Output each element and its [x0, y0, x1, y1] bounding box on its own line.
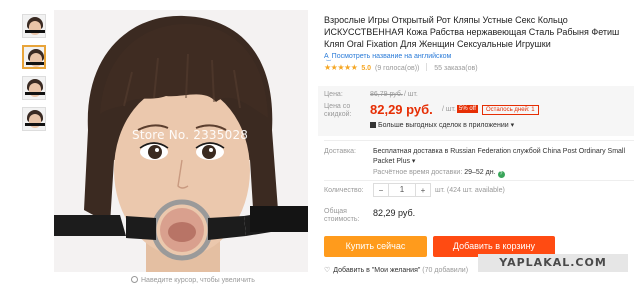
quantity-increase-button[interactable]: + — [416, 186, 430, 195]
app-grid-icon — [370, 122, 376, 128]
app-deals-text: Больше выгодных сделок в приложении ▾ — [378, 122, 515, 129]
wishlist-link[interactable]: ♡ Добавить в "Мои желания" (70 добавили) — [324, 266, 468, 274]
product-info: Взрослые Игры Открытый Рот Кляпы Устные … — [324, 14, 634, 72]
zoom-icon — [131, 276, 138, 283]
star-rating-icon: ★★★★★ — [324, 63, 358, 72]
heart-icon: ♡ — [324, 267, 331, 274]
old-price-unit: / шт. — [404, 91, 418, 98]
rating-votes[interactable]: (9 голоса(ов)) — [375, 65, 419, 72]
divider — [324, 180, 634, 181]
rating-line: ★★★★★ 5.0 (9 голоса(ов)) 55 заказа(ов) — [324, 63, 634, 72]
wishlist-count: (70 добавили) — [422, 267, 469, 274]
quantity-input[interactable]: 1 — [388, 184, 416, 196]
quantity-decrease-button[interactable]: − — [374, 186, 388, 195]
old-price: 86,79 руб. — [370, 91, 403, 98]
price-label: Цена: — [324, 91, 343, 98]
discounted-price: 82,29 руб. — [370, 102, 433, 117]
days-left-badge: Осталось дней: 1 — [482, 105, 539, 115]
app-deals-link[interactable]: Больше выгодных сделок в приложении ▾ — [370, 121, 514, 129]
store-watermark: Store No. 2335028 — [132, 128, 249, 142]
price-box: Цена: 86,79 руб. / шт. Цена со скидкой: … — [318, 86, 634, 136]
orders-count: 55 заказа(ов) — [434, 65, 478, 72]
quantity-available: шт. (424 шт. available) — [435, 187, 505, 194]
divider — [324, 140, 634, 141]
quantity-label: Количество: — [324, 187, 364, 194]
info-icon[interactable]: ? — [497, 171, 505, 178]
total-price: 82,29 руб. — [373, 208, 416, 218]
thumbnail-1[interactable] — [22, 14, 46, 38]
translate-link[interactable]: A͜ Посмотреть название на английском — [324, 53, 634, 60]
translate-icon: A͜ — [324, 53, 329, 60]
total-label-1: Общая — [324, 208, 347, 215]
divider — [426, 63, 428, 71]
thumbnail-3[interactable] — [22, 76, 46, 100]
main-product-image[interactable]: Store No. 2335028 — [54, 10, 308, 272]
eta-label: Расчётное время доставки: — [373, 169, 463, 176]
eta-value: 29–52 дн. — [464, 169, 496, 176]
discount-price-label-2: скидкой: — [324, 111, 352, 118]
shipping-eta: Расчётное время доставки: 29–52 дн.? — [373, 169, 505, 178]
quantity-stepper: − 1 + — [373, 183, 431, 197]
total-label-2: стоимость: — [324, 216, 360, 223]
discount-price-label-1: Цена со — [324, 103, 351, 110]
total-label: Общая стоимость: — [324, 208, 359, 224]
shipping-option[interactable]: Бесплатная доставка в Russian Federation… — [373, 147, 633, 167]
thumbnail-2[interactable] — [22, 45, 46, 69]
shipping-label: Доставка: — [324, 148, 357, 155]
wishlist-text: Добавить в "Мои желания" — [333, 267, 421, 274]
translate-link-text: Посмотреть название на английском — [331, 53, 452, 60]
product-title: Взрослые Игры Открытый Рот Кляпы Устные … — [324, 15, 620, 49]
zoom-hint-text: Наведите курсор, чтобы увеличить — [141, 277, 255, 284]
rating-score: 5.0 — [361, 65, 372, 72]
buy-now-button[interactable]: Купить сейчас — [324, 236, 427, 257]
zoom-hint: Наведите курсор, чтобы увеличить — [131, 276, 255, 284]
discount-badge: 5% off — [457, 105, 478, 113]
discounted-price-unit: / шт. — [442, 106, 456, 113]
site-watermark: YAPLAKAL.COM — [478, 254, 628, 272]
thumbnail-list — [22, 14, 48, 138]
thumbnail-4[interactable] — [22, 107, 46, 131]
